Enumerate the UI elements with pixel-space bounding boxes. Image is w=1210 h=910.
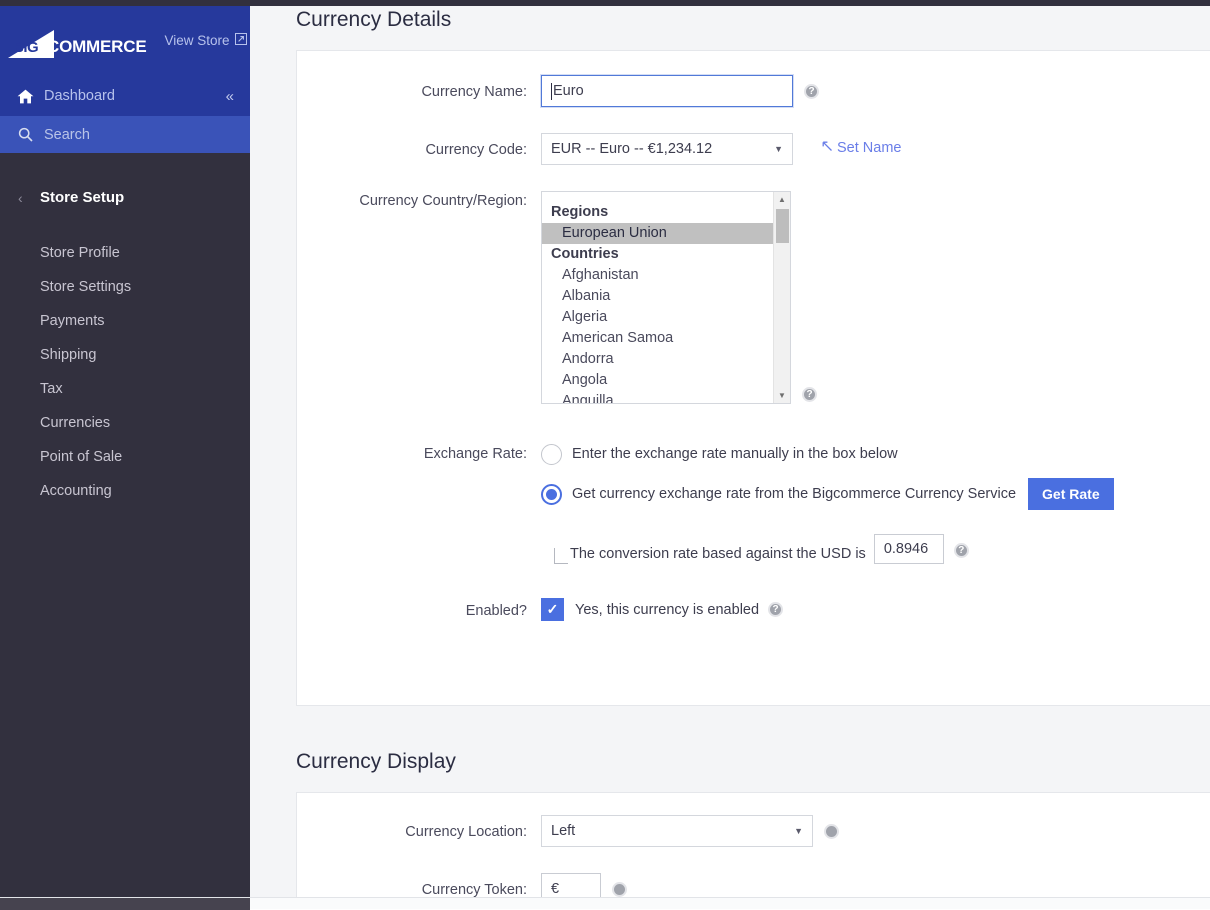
view-store-link[interactable]: View Store	[164, 33, 247, 48]
sidebar-search-placeholder: Search	[44, 126, 90, 143]
scrollbar-thumb[interactable]	[776, 209, 789, 243]
sidebar-item-currencies[interactable]: Currencies	[0, 406, 250, 440]
sidebar-item-point-of-sale[interactable]: Point of Sale	[0, 440, 250, 474]
exchange-rate-label: Exchange Rate:	[423, 446, 527, 462]
exchange-rate-row: Exchange Rate: Enter the exchange rate m…	[297, 404, 1210, 564]
currency-display-panel: Currency Location: Left ▼ Currency Token…	[296, 792, 1210, 897]
chevron-left-icon[interactable]: ‹	[18, 190, 40, 206]
currency-code-select[interactable]: EUR -- Euro -- €1,234.12 ▼	[541, 133, 793, 165]
sidebar-item-tax[interactable]: Tax	[0, 372, 250, 406]
currency-enabled-label: Enabled?	[465, 603, 527, 619]
currency-token-value: €	[551, 881, 560, 897]
currency-region-label: Currency Country/Region:	[359, 193, 527, 209]
region-group-countries: Countries	[551, 246, 619, 262]
sidebar-search-input[interactable]: Search	[0, 116, 250, 153]
logo-big-text: BIG	[13, 39, 39, 56]
currency-enabled-checkbox[interactable]: ✓	[541, 598, 564, 621]
chevron-down-icon: ▼	[774, 144, 783, 154]
radio-manual-rate-label: Enter the exchange rate manually in the …	[572, 446, 898, 462]
currency-location-value: Left	[551, 823, 576, 839]
sidebar-item-store-settings[interactable]: Store Settings	[0, 270, 250, 304]
currency-token-row: Currency Token: €	[297, 847, 1210, 897]
currency-region-help-icon[interactable]: ?	[802, 387, 817, 402]
exchange-rate-option-service[interactable]: Get currency exchange rate from the Bigc…	[541, 478, 1114, 510]
currency-region-listbox[interactable]: Regions European Union Countries Afghani…	[541, 191, 791, 404]
bigcommerce-logo[interactable]: BIG COMMERCE	[8, 24, 147, 58]
region-option-list: Regions European Union Countries Afghani…	[542, 192, 773, 403]
currency-enabled-text: Yes, this currency is enabled	[575, 601, 760, 618]
sidebar-nav-list: Store Profile Store Settings Payments Sh…	[0, 236, 250, 508]
currency-token-help-icon[interactable]	[612, 882, 627, 897]
currency-name-help-icon[interactable]: ?	[804, 84, 819, 99]
region-option-american-samoa[interactable]: American Samoa	[542, 328, 773, 349]
currency-name-input[interactable]: Euro	[541, 75, 793, 107]
sidebar-section-store-setup[interactable]: ‹ Store Setup	[0, 153, 250, 206]
conversion-rate-row: The conversion rate based against the US…	[541, 534, 969, 564]
sidebar-item-store-profile[interactable]: Store Profile	[0, 236, 250, 270]
logo-commerce-text: COMMERCE	[47, 37, 147, 56]
connector-line	[554, 548, 568, 564]
currency-name-label: Currency Name:	[421, 84, 527, 100]
sidebar-item-dashboard[interactable]: Dashboard «	[0, 76, 250, 116]
radio-service-rate[interactable]	[541, 483, 562, 505]
currency-token-label: Currency Token:	[421, 882, 527, 897]
currency-name-value: Euro	[553, 83, 584, 99]
region-listbox-scrollbar[interactable]: ▲ ▼	[773, 192, 790, 403]
text-caret	[551, 82, 552, 100]
radio-manual-rate[interactable]	[541, 444, 562, 465]
currency-location-select[interactable]: Left ▼	[541, 815, 813, 847]
conversion-rate-value: 0.8946	[883, 541, 929, 557]
currency-enabled-row: Enabled? ✓ Yes, this currency is enabled…	[297, 564, 1210, 705]
currency-enabled-help-icon[interactable]: ?	[768, 602, 784, 617]
set-name-label: Set Name	[837, 140, 902, 156]
currency-code-label: Currency Code:	[425, 142, 527, 158]
main-content: Currency Details Currency Name: Euro ? C…	[250, 6, 1210, 897]
conversion-rate-input[interactable]: 0.8946	[873, 534, 944, 564]
browser-bottom-chrome	[0, 897, 1210, 910]
region-option-european-union[interactable]: European Union	[542, 223, 773, 244]
region-group-regions: Regions	[551, 204, 609, 220]
scroll-up-icon[interactable]: ▲	[774, 192, 790, 207]
region-option-andorra[interactable]: Andorra	[542, 349, 773, 370]
currency-location-row: Currency Location: Left ▼	[297, 793, 1210, 847]
view-store-label: View Store	[164, 33, 230, 48]
currency-code-value: EUR -- Euro -- €1,234.12	[551, 141, 713, 157]
region-option-angola[interactable]: Angola	[542, 370, 773, 391]
sidebar-item-shipping[interactable]: Shipping	[0, 338, 250, 372]
currency-code-row: Currency Code: EUR -- Euro -- €1,234.12 …	[297, 107, 1210, 165]
set-name-link[interactable]: Set Name	[821, 140, 901, 156]
arrow-up-left-icon	[821, 140, 833, 156]
sidebar-collapse-icon[interactable]: «	[226, 88, 234, 105]
currency-details-heading: Currency Details	[296, 8, 452, 31]
currency-name-row: Currency Name: Euro ?	[297, 51, 1210, 107]
region-option-albania[interactable]: Albania	[542, 286, 773, 307]
radio-service-rate-label: Get currency exchange rate from the Bigc…	[572, 485, 1017, 502]
conversion-rate-help-icon[interactable]: ?	[953, 543, 969, 558]
sidebar-item-accounting[interactable]: Accounting	[0, 474, 250, 508]
get-rate-button[interactable]: Get Rate	[1028, 478, 1114, 510]
external-link-icon	[234, 33, 247, 48]
logo-triangle-icon: BIG	[8, 30, 54, 58]
region-option-anguilla[interactable]: Anguilla	[542, 391, 773, 403]
sidebar-bottom-strip	[0, 898, 250, 910]
currency-region-row: Currency Country/Region: Regions Europea…	[297, 165, 1210, 404]
exchange-rate-option-manual[interactable]: Enter the exchange rate manually in the …	[541, 444, 898, 465]
region-option-algeria[interactable]: Algeria	[542, 307, 773, 328]
currency-display-heading: Currency Display	[296, 750, 456, 773]
search-icon	[14, 127, 36, 142]
currency-details-panel: Currency Name: Euro ? Currency Code: EUR…	[296, 50, 1210, 706]
chevron-down-icon: ▼	[794, 826, 803, 836]
currency-location-help-icon[interactable]	[824, 824, 839, 839]
home-icon	[14, 89, 36, 104]
sidebar-section-title: Store Setup	[40, 189, 125, 206]
sidebar-brand-bar: BIG COMMERCE View Store	[0, 6, 250, 76]
sidebar-dashboard-label: Dashboard	[44, 88, 115, 104]
region-option-afghanistan[interactable]: Afghanistan	[542, 265, 773, 286]
sidebar-item-payments[interactable]: Payments	[0, 304, 250, 338]
conversion-rate-text: The conversion rate based against the US…	[570, 546, 866, 562]
currency-token-input[interactable]: €	[541, 873, 601, 897]
scroll-down-icon[interactable]: ▼	[774, 388, 790, 403]
sidebar: BIG COMMERCE View Store Dashboard « Sear…	[0, 6, 250, 897]
currency-location-label: Currency Location:	[405, 824, 527, 840]
